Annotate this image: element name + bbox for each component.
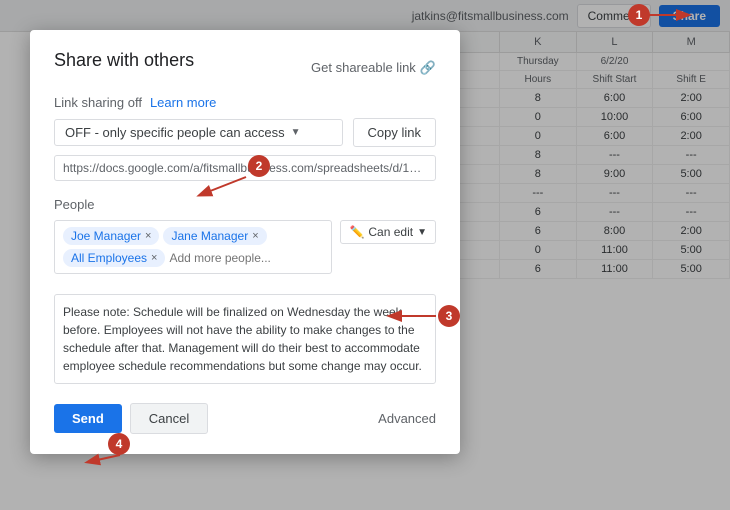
note-textarea[interactable] bbox=[54, 294, 436, 384]
shareable-link-label: Get shareable link bbox=[311, 60, 416, 75]
can-edit-label: Can edit bbox=[368, 225, 413, 239]
pencil-icon: ✏️ bbox=[349, 225, 364, 239]
send-button[interactable]: Send bbox=[54, 404, 122, 433]
people-area: Joe Manager × Jane Manager × All Employe… bbox=[54, 220, 436, 284]
share-dialog: Share with others Get shareable link 🔗 L… bbox=[30, 30, 460, 454]
annotation-1: 1 bbox=[628, 4, 650, 26]
annotation-2: 2 bbox=[248, 155, 270, 177]
tag-jane-remove[interactable]: × bbox=[252, 230, 258, 242]
dialog-footer: Send Cancel Advanced bbox=[54, 403, 436, 434]
add-people-input[interactable] bbox=[169, 251, 323, 265]
tag-joe-remove[interactable]: × bbox=[145, 230, 151, 242]
link-sharing-row: Link sharing off Learn more bbox=[54, 95, 436, 110]
shareable-link-area[interactable]: Get shareable link 🔗 bbox=[311, 60, 436, 76]
tag-joe-label: Joe Manager bbox=[71, 229, 141, 243]
people-input[interactable]: Joe Manager × Jane Manager × All Employe… bbox=[54, 220, 332, 274]
dropdown-arrow-icon: ▼ bbox=[291, 127, 301, 138]
tag-joe-manager: Joe Manager × bbox=[63, 227, 159, 245]
annotation-circle-1: 1 bbox=[628, 4, 650, 26]
access-option-text: OFF - only specific people can access bbox=[65, 125, 285, 140]
shareable-link-row: Share with others Get shareable link 🔗 bbox=[54, 50, 436, 85]
annotation-4: 4 bbox=[108, 433, 130, 455]
dialog-title: Share with others bbox=[54, 50, 194, 71]
learn-more-link[interactable]: Learn more bbox=[150, 95, 216, 110]
can-edit-button[interactable]: ✏️ Can edit ▼ bbox=[340, 220, 436, 244]
people-label: People bbox=[54, 197, 436, 212]
copy-link-button[interactable]: Copy link bbox=[353, 118, 436, 147]
tag-all-remove[interactable]: × bbox=[151, 252, 157, 264]
access-row: OFF - only specific people can access ▼ … bbox=[54, 118, 436, 147]
can-edit-dropdown-icon: ▼ bbox=[417, 227, 427, 238]
annotation-circle-4: 4 bbox=[108, 433, 130, 455]
access-dropdown[interactable]: OFF - only specific people can access ▼ bbox=[54, 119, 343, 146]
annotation-3: 3 bbox=[438, 305, 460, 327]
tag-jane-manager: Jane Manager × bbox=[163, 227, 266, 245]
url-field[interactable]: https://docs.google.com/a/fitsmallbusine… bbox=[54, 155, 436, 181]
annotation-circle-2: 2 bbox=[248, 155, 270, 177]
link-sharing-label: Link sharing off bbox=[54, 95, 142, 110]
annotation-circle-3: 3 bbox=[438, 305, 460, 327]
tag-all-employees: All Employees × bbox=[63, 249, 165, 267]
advanced-link[interactable]: Advanced bbox=[378, 411, 436, 426]
tag-jane-label: Jane Manager bbox=[171, 229, 248, 243]
link-icon: 🔗 bbox=[420, 60, 436, 76]
tag-all-label: All Employees bbox=[71, 251, 147, 265]
cancel-button[interactable]: Cancel bbox=[130, 403, 208, 434]
